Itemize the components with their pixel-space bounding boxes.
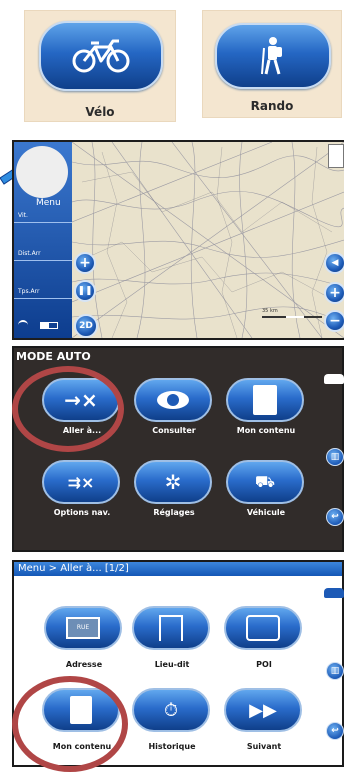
auto-menu-title: MODE AUTO [16, 350, 91, 363]
hike-mode-tile[interactable]: Rando [202, 10, 342, 118]
consult-button[interactable] [134, 378, 212, 422]
road-network [72, 142, 344, 338]
history-button[interactable]: ⏱ [132, 688, 210, 732]
map-screen: 35 km Menu Vit. Dist.Arr Tps.Arr + ❚❚ 2D… [12, 140, 344, 340]
map-icon[interactable]: ▥ [326, 662, 344, 680]
zoom-in-button[interactable]: + [74, 252, 96, 274]
nav-options-icon: ⇉× [67, 472, 95, 492]
eye-icon [157, 391, 189, 409]
address-button[interactable]: RUE [44, 606, 122, 650]
next-label: Suivant [246, 742, 282, 751]
bicycle-icon [72, 39, 130, 73]
time-to-arrival-label: Tps.Arr [18, 288, 40, 295]
speed-label: Vit. [18, 212, 28, 219]
goto-menu-screen: Menu > Aller à... [1/2] RUE Adresse Lieu… [12, 560, 344, 772]
hiker-icon [261, 37, 282, 75]
bike-mode-tile[interactable]: Vélo [24, 10, 176, 122]
poi-button[interactable] [224, 606, 302, 650]
highlight-circle-my-content [12, 676, 128, 772]
locality-label: Lieu-dit [154, 660, 190, 669]
car-icon [324, 588, 344, 598]
hike-mode-label: Rando [250, 99, 294, 113]
locality-button[interactable] [132, 606, 210, 650]
bike-mode-label: Vélo [85, 105, 115, 119]
hike-mode-button[interactable] [215, 23, 331, 89]
car-icon [324, 374, 344, 384]
distance-to-arrival-label: Dist.Arr [18, 250, 41, 257]
history-label: Historique [148, 742, 196, 751]
poi-label: POI [256, 660, 272, 669]
next-arrows-icon: ▶▶ [249, 699, 277, 721]
hiker-mode-indicator-icon [328, 144, 344, 168]
vehicle-label: Véhicule [246, 508, 286, 517]
pause-button[interactable]: ❚❚ [74, 280, 96, 302]
map-icon[interactable]: ▥ [326, 448, 344, 466]
back-icon[interactable]: ↩ [326, 508, 344, 526]
nav-options-button[interactable]: ⇉× [42, 460, 120, 504]
consult-label: Consulter [152, 426, 196, 435]
settings-label: Réglages [153, 508, 195, 517]
address-label: Adresse [65, 660, 103, 669]
my-content-button[interactable] [226, 378, 304, 422]
bike-mode-button[interactable] [39, 21, 163, 91]
vehicles-icon: ⛟ [254, 471, 276, 491]
map-zoom-in-button[interactable]: + [324, 282, 344, 304]
menu-button[interactable] [16, 146, 68, 198]
my-content-label: Mon contenu [236, 426, 296, 435]
scale-label: 35 km [262, 308, 278, 314]
signpost-icon [159, 615, 183, 641]
settings-button[interactable]: ✲ [134, 460, 212, 504]
gears-icon: ✲ [164, 470, 182, 494]
highlight-circle-goto [12, 366, 124, 452]
info-sidebar: Menu Vit. Dist.Arr Tps.Arr [14, 142, 72, 338]
back-icon[interactable]: ↩ [326, 722, 344, 740]
next-button[interactable]: ▶▶ [224, 688, 302, 732]
scale-bar: 35 km [262, 308, 322, 320]
nav-options-label: Options nav. [53, 508, 111, 517]
map-zoom-out-button[interactable]: − [324, 310, 344, 332]
street-sign-icon: RUE [66, 617, 100, 639]
poi-icon [246, 615, 280, 641]
battery-icon [40, 322, 58, 329]
auto-menu-screen: MODE AUTO →× Aller à... Consulter Mon co… [12, 346, 344, 552]
menu-label: Menu [36, 198, 61, 208]
history-clock-icon: ⏱ [163, 699, 179, 721]
wifi-icon [18, 320, 28, 328]
vehicle-button[interactable]: ⛟ [226, 460, 304, 504]
volume-button[interactable]: ◀ [324, 252, 344, 274]
contact-book-icon [253, 385, 277, 415]
map-view[interactable]: 35 km [72, 142, 344, 338]
view-toggle-button[interactable]: 2D [74, 314, 98, 338]
breadcrumb-bar: Menu > Aller à... [1/2] [14, 562, 342, 576]
